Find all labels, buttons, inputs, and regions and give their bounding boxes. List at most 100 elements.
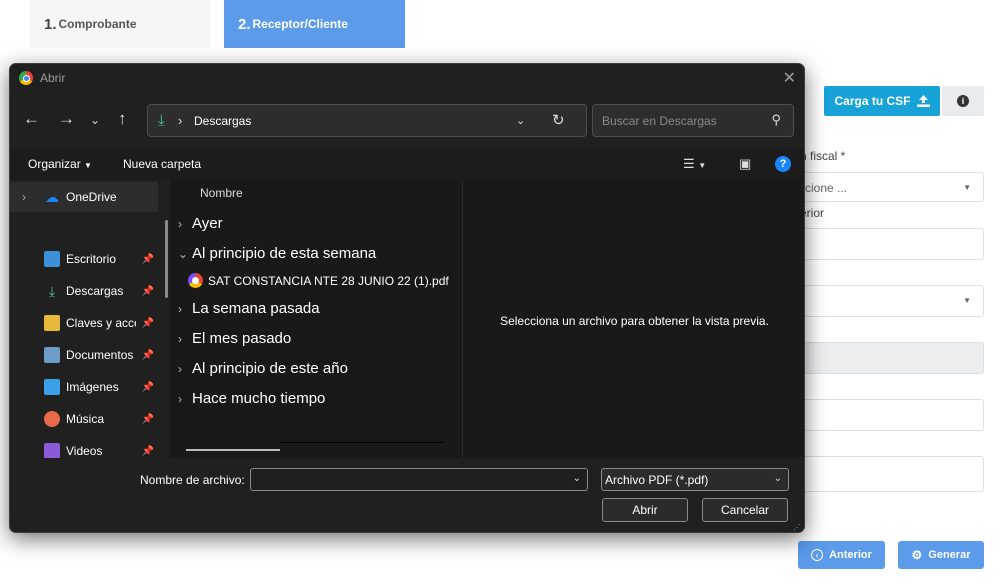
file-type-value: Archivo PDF (*.pdf) [605,473,709,487]
open-file-dialog: Abrir ✕ ← → ⌄ ↑ ⤓ › Descargas ⌄ ↻ Buscar… [9,63,805,533]
select-field[interactable]: ▼ [790,285,984,317]
close-icon[interactable]: ✕ [783,68,796,88]
navigation-pane: › ☁ OneDrive Escritorio 📌 ⤓ Descargas 📌 … [10,180,158,459]
search-box[interactable]: Buscar en Descargas ⚲ [592,104,794,137]
regimen-fiscal-select[interactable]: cione ... ▼ [790,172,984,202]
file-type-select[interactable]: Archivo PDF (*.pdf) ⌄ [601,468,789,491]
download-icon: ⤓ [48,282,56,299]
text-input[interactable] [790,456,984,492]
group-ayer[interactable]: › Ayer [178,215,223,232]
sidebar-item-label: Claves y acce [66,316,136,330]
view-options-icon[interactable]: ☰ ▼ [683,156,706,172]
address-bar[interactable]: ⤓ › Descargas ⌄ ↻ [147,104,587,137]
refresh-icon[interactable]: ↻ [552,111,565,129]
preview-pane-icon[interactable]: ▣ [739,156,751,172]
pin-icon[interactable]: 📌 [142,382,154,393]
column-header-name[interactable]: Nombre [200,186,243,200]
previous-button[interactable]: ‹ Anterior [798,541,885,569]
chevron-down-icon: ⌄ [773,473,782,484]
step-label: Comprobante [58,17,137,31]
chevron-right-icon: › [178,392,182,406]
readonly-field [790,342,984,374]
organize-menu[interactable]: Organizar ▼ [28,157,92,171]
pin-icon[interactable]: 📌 [142,318,154,329]
group-label: Hace mucho tiempo [192,390,326,407]
documents-icon [44,347,60,363]
step-comprobante[interactable]: 1. Comprobante [30,0,210,48]
dialog-title: Abrir [40,71,66,85]
filename-label: Nombre de archivo: [140,473,245,487]
back-arrow-icon[interactable]: ← [23,110,40,127]
sidebar-item-claves[interactable]: Claves y acce 📌 [10,308,158,338]
help-icon[interactable]: ? [775,156,791,172]
organize-label: Organizar [28,157,81,171]
info-icon: i [957,95,969,107]
new-folder-button[interactable]: Nueva carpeta [123,157,201,171]
pin-icon[interactable]: 📌 [142,414,154,425]
file-name: SAT CONSTANCIA NTE 28 JUNIO 22 (1).pdf [208,273,449,288]
sidebar-item-label: Escritorio [66,252,117,266]
group-label: Ayer [192,215,223,232]
chevron-down-icon: ⌄ [178,247,189,261]
pin-icon[interactable]: 📌 [142,350,154,361]
group-hace-mucho[interactable]: › Hace mucho tiempo [178,390,325,407]
step-receptor-cliente[interactable]: 2. Receptor/Cliente [224,0,405,48]
sidebar-item-label: Documentos [66,348,134,362]
up-arrow-icon[interactable]: ↑ [118,110,127,127]
divider [280,442,444,443]
pin-icon[interactable]: 📌 [142,446,154,457]
regimen-fiscal-label: n fiscal * [800,149,846,163]
previous-button-label: Anterior [829,549,872,561]
cancel-button[interactable]: Cancelar [702,498,788,522]
chevron-right-icon: › [178,302,182,316]
caret-down-icon: ▼ [963,183,971,192]
text-input[interactable] [790,228,984,260]
pin-icon[interactable]: 📌 [142,286,154,297]
search-icon[interactable]: ⚲ [771,112,781,128]
group-esta-semana[interactable]: ⌄ Al principio de esta semana [178,245,376,262]
sidebar-item-label: Música [66,412,105,426]
caret-down-icon: ▼ [84,161,92,170]
sidebar-item-escritorio[interactable]: Escritorio 📌 [10,244,158,274]
csf-button-label: Carga tu CSF [834,94,911,108]
arrow-left-icon: ‹ [811,549,824,561]
file-item[interactable]: SAT CONSTANCIA NTE 28 JUNIO 22 (1).pdf [188,273,449,288]
address-path[interactable]: Descargas [194,114,251,128]
filename-input[interactable]: ⌄ [250,468,588,491]
group-label: Al principio de esta semana [192,245,377,262]
info-button[interactable]: i [942,86,984,116]
breadcrumb-chevron-icon: › [178,113,183,128]
step-label: Receptor/Cliente [252,17,348,31]
horizontal-scrollbar[interactable] [186,449,280,451]
sidebar-scrollbar[interactable] [165,220,168,298]
chevron-down-icon[interactable]: ⌄ [516,114,525,127]
generate-button[interactable]: ⚙ Generar [898,541,984,569]
pin-icon[interactable]: 📌 [142,254,154,265]
text-input[interactable] [790,399,984,431]
preview-pane: Selecciona un archivo para obtener la vi… [462,180,804,458]
sidebar-item-documentos[interactable]: Documentos 📌 [10,340,158,370]
pictures-icon [44,379,60,395]
chevron-down-icon[interactable]: ⌄ [573,473,581,484]
select-placeholder: cione ... [805,181,848,195]
music-icon [44,411,60,427]
sidebar-item-label: Videos [66,444,103,458]
sidebar-item-onedrive[interactable]: › ☁ OneDrive [10,182,158,212]
generate-button-label: Generar [928,549,971,561]
navigation-bar: ← → ⌄ ↑ ⤓ › Descargas ⌄ ↻ Buscar en Desc… [10,92,804,148]
group-mes-pasado[interactable]: › El mes pasado [178,330,291,347]
chrome-icon [19,71,33,85]
group-este-ano[interactable]: › Al principio de este año [178,360,348,377]
sidebar-item-musica[interactable]: Música 📌 [10,404,158,434]
resize-grip-icon[interactable]: ⋰ [793,523,801,532]
gear-icon: ⚙ [911,548,923,562]
sidebar-item-descargas[interactable]: ⤓ Descargas 📌 [10,276,158,306]
chevron-right-icon: › [178,332,182,346]
dialog-titlebar[interactable]: Abrir ✕ [10,64,804,92]
open-button[interactable]: Abrir [602,498,688,522]
forward-arrow-icon[interactable]: → [58,110,75,127]
recent-locations-chevron-icon[interactable]: ⌄ [90,114,100,126]
upload-csf-button[interactable]: Carga tu CSF [824,86,940,116]
group-semana-pasada[interactable]: › La semana pasada [178,300,320,317]
sidebar-item-imagenes[interactable]: Imágenes 📌 [10,372,158,402]
